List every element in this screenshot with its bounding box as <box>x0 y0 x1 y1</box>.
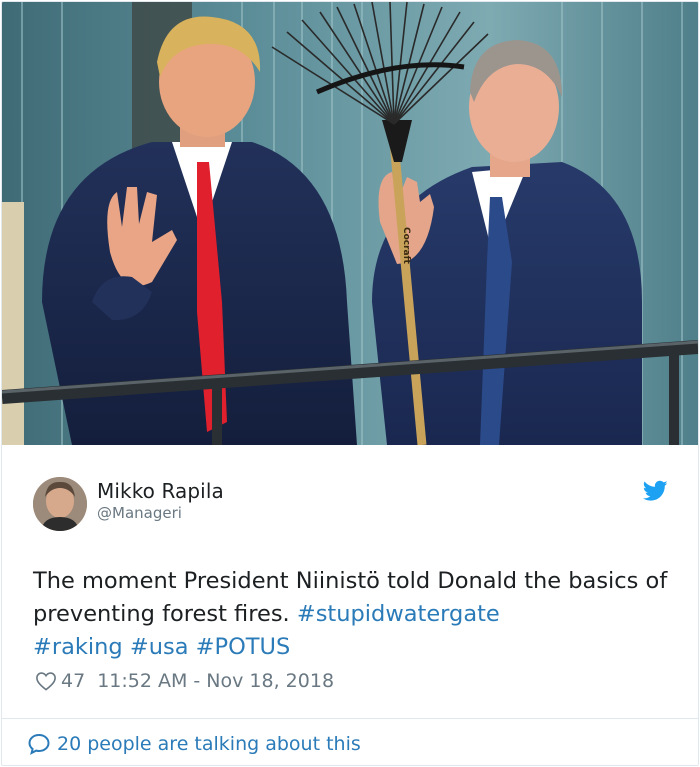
tweet-meta: 47 11:52 AM - Nov 18, 2018 <box>35 669 334 693</box>
speech-bubble-icon <box>28 733 50 755</box>
hashtag-link[interactable]: #usa <box>130 634 189 660</box>
talking-about-count[interactable]: 20 people are talking about this <box>57 733 361 755</box>
hashtag-link[interactable]: #stupidwatergate <box>297 601 500 627</box>
tweet-header: Mikko Rapila @Manageri <box>2 446 698 542</box>
tweet-card[interactable]: Cocraft Mikko Rapila @Manageri The momen… <box>1 1 699 766</box>
avatar[interactable] <box>33 477 87 531</box>
author-handle[interactable]: @Manageri <box>97 504 182 522</box>
heart-icon[interactable] <box>35 671 57 691</box>
tweet-text: The moment President Niinistö told Donal… <box>33 565 673 664</box>
twitter-bird-icon[interactable] <box>643 480 668 502</box>
hashtag-link[interactable]: #raking <box>33 634 123 660</box>
author-display-name[interactable]: Mikko Rapila <box>97 479 224 503</box>
rake-brand-label: Cocraft <box>401 227 411 265</box>
hashtag-link[interactable]: #POTUS <box>196 634 291 660</box>
like-count: 47 <box>61 670 86 692</box>
timestamp-link[interactable]: 11:52 AM - Nov 18, 2018 <box>97 670 334 692</box>
tweet-photo[interactable]: Cocraft <box>2 2 698 445</box>
divider <box>2 718 698 719</box>
avatar-image <box>33 477 87 531</box>
photo-illustration: Cocraft <box>2 2 698 445</box>
conversation-link[interactable]: 20 people are talking about this <box>27 731 361 757</box>
